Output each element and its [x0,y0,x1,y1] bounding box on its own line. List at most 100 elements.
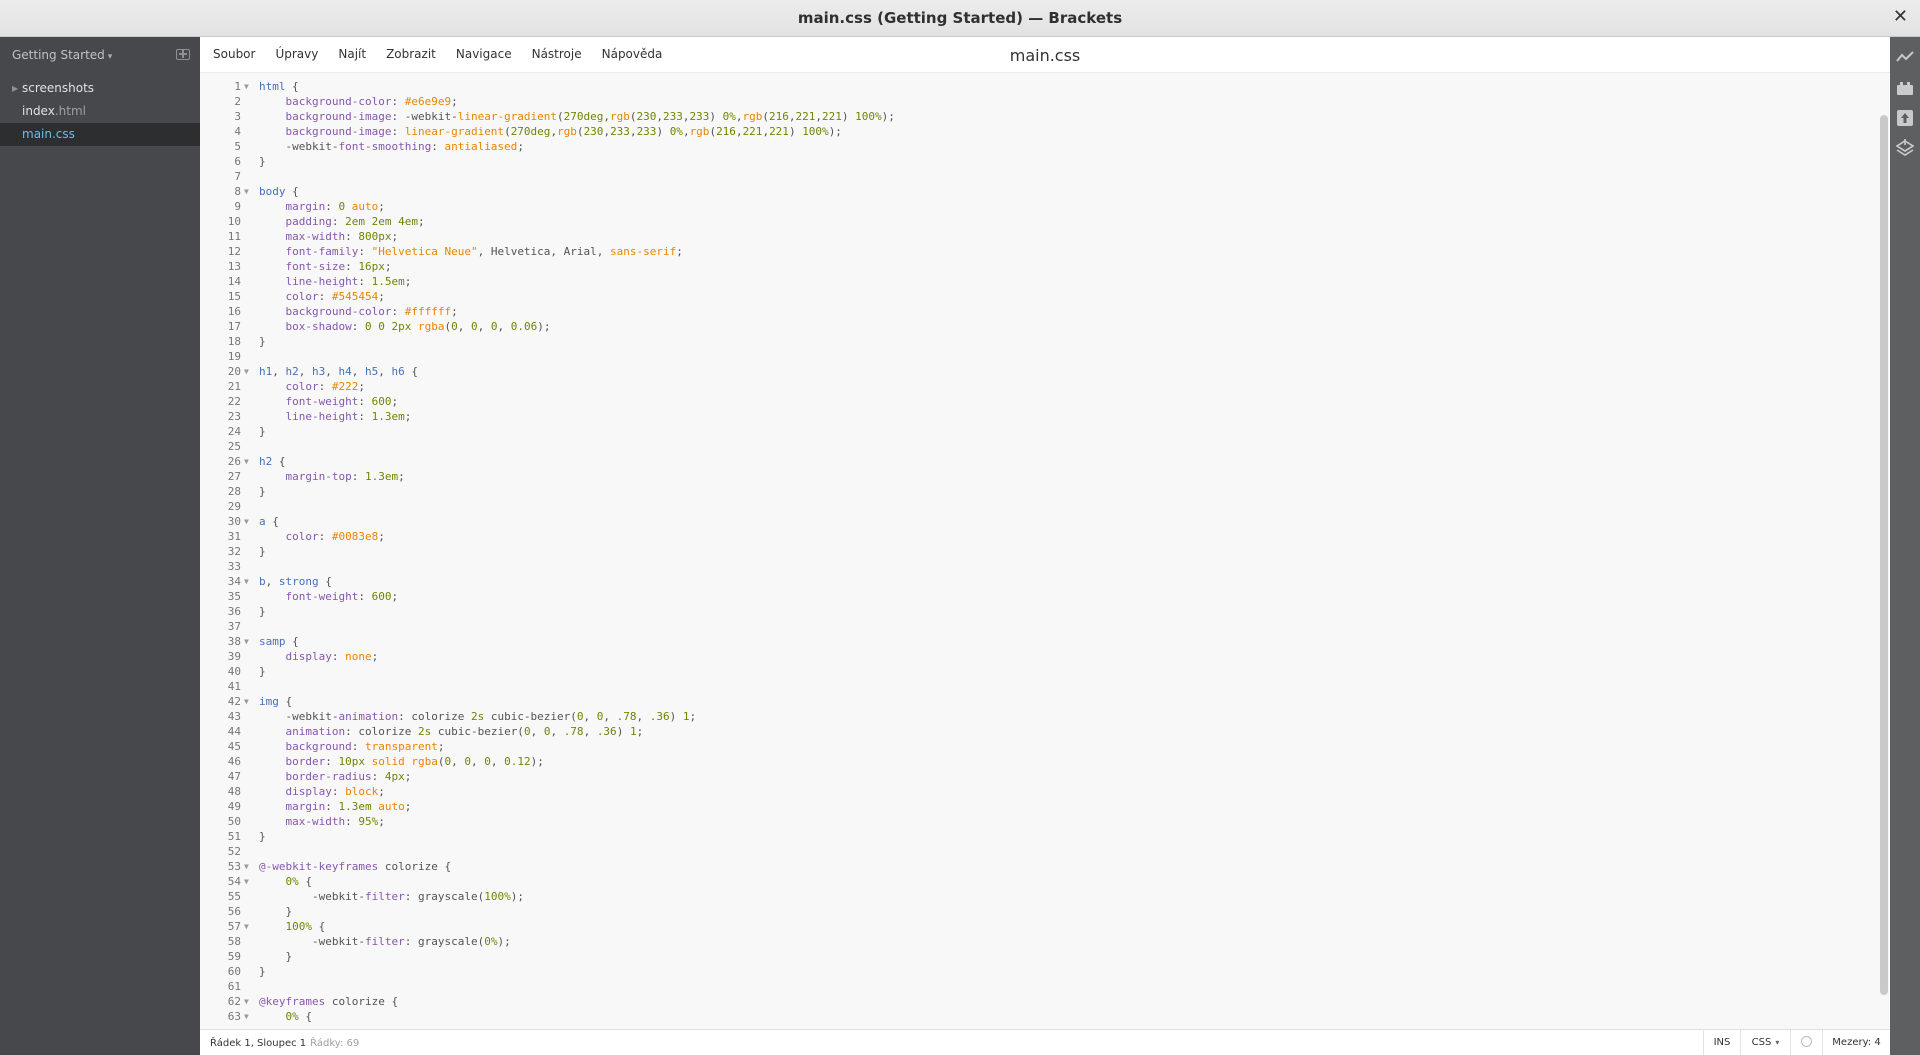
code-line: 4 background-image: linear-gradient(270d… [200,124,1880,139]
fold-toggle-icon[interactable]: ▼ [244,574,254,589]
layers-icon[interactable] [1896,139,1914,157]
insert-mode-toggle[interactable]: INS [1703,1030,1740,1055]
title-bar: main.css (Getting Started) — Brackets ✕ [0,0,1920,37]
fold-toggle-icon[interactable]: ▼ [244,859,254,874]
code-line: 39 display: none; [200,649,1880,664]
code-text: 100% { [285,920,326,933]
line-number: 55 [227,890,241,903]
code-line: 43 -webkit-animation: colorize 2s cubic-… [200,709,1880,724]
line-number: 47 [227,770,241,783]
code-line: 22 font-weight: 600; [200,394,1880,409]
line-number: 9 [234,200,241,213]
line-number: 29 [227,500,241,513]
linter-status[interactable] [1790,1030,1822,1055]
code-line: 14 line-height: 1.5em; [200,274,1880,289]
line-number: 22 [227,395,241,408]
upload-icon[interactable] [1896,109,1914,127]
code-text: -webkit-filter: grayscale(100%); [259,890,524,903]
code-text: -webkit-filter: grayscale(0%); [259,935,511,948]
code-line: 59 } [200,949,1880,964]
line-number: 60 [227,965,241,978]
line-number: 42 [227,695,241,708]
code-text: background-color: #e6e9e9; [285,95,458,108]
code-line: 56 } [200,904,1880,919]
line-number: 61 [227,980,241,993]
line-number: 51 [227,830,241,843]
code-line: 45 background: transparent; [200,739,1880,754]
code-line: 17 box-shadow: 0 0 2px rgba(0, 0, 0, 0.0… [200,319,1880,334]
project-dropdown[interactable]: Getting Started ▾ [12,48,112,62]
vertical-scrollbar[interactable] [1880,115,1888,995]
code-line: 27 margin-top: 1.3em; [200,469,1880,484]
code-line: 12 font-family: "Helvetica Neue", Helvet… [200,244,1880,259]
linter-status-icon [1801,1035,1812,1047]
close-icon[interactable]: ✕ [1893,6,1908,28]
code-text: font-weight: 600; [285,590,399,603]
line-number: 14 [227,275,241,288]
code-line: 13 font-size: 16px; [200,259,1880,274]
fold-toggle-icon[interactable]: ▼ [244,874,254,889]
fold-toggle-icon[interactable]: ▼ [244,1009,254,1024]
code-line: 28} [200,484,1880,499]
fold-toggle-icon[interactable]: ▼ [244,184,254,199]
code-text: box-shadow: 0 0 2px rgba(0, 0, 0, 0.06); [285,320,551,333]
line-number: 21 [227,380,241,393]
fold-toggle-icon[interactable]: ▼ [244,919,254,934]
extension-manager-icon[interactable] [1896,79,1914,97]
code-text: @keyframes colorize { [259,995,399,1008]
file-name: index [22,104,55,118]
code-line: 37 [200,619,1880,634]
live-preview-icon[interactable] [1896,48,1914,66]
line-number: 20 [227,365,241,378]
code-line: 32} [200,544,1880,559]
code-line: 26 ▼ h2 { [200,454,1880,469]
code-text: samp { [259,635,299,648]
line-number: 11 [227,230,241,243]
code-text: b, strong { [259,575,332,588]
code-line: 9 margin: 0 auto; [200,199,1880,214]
fold-toggle-icon[interactable]: ▼ [244,454,254,469]
line-number: 19 [227,350,241,363]
language-label: CSS [1751,1037,1772,1048]
line-number: 27 [227,470,241,483]
fold-toggle-icon[interactable]: ▼ [244,514,254,529]
file-item[interactable]: main.css [0,123,200,146]
code-text: a { [259,515,279,528]
line-number: 43 [227,710,241,723]
line-number: 57 [227,920,241,933]
code-editor[interactable]: 1 ▼ html {2 background-color: #e6e9e9; 3 ba… [200,73,1890,1029]
code-line: 31 color: #0083e8; [200,529,1880,544]
fold-toggle-icon[interactable]: ▼ [244,994,254,1009]
fold-toggle-icon[interactable]: ▼ [244,79,254,94]
folder-item[interactable]: ▶ screenshots [0,77,200,100]
file-extension: .css [51,127,75,141]
line-number: 46 [227,755,241,768]
code-text: @-webkit-keyframes colorize { [259,860,452,873]
code-line: 40} [200,664,1880,679]
file-item[interactable]: index.html [0,100,200,123]
code-text: margin: 1.3em auto; [285,800,412,813]
fold-toggle-icon[interactable]: ▼ [244,364,254,379]
split-view-icon[interactable] [176,49,190,60]
line-number: 16 [227,305,241,318]
line-number: 44 [227,725,241,738]
indent-setting[interactable]: Mezery: 4 [1822,1030,1890,1055]
language-selector[interactable]: CSS ▾ [1740,1030,1790,1055]
code-line: 11 max-width: 800px; [200,229,1880,244]
code-text: color: #222; [285,380,366,393]
line-number: 6 [234,155,241,168]
menu-bar: Soubor Úpravy Najít Zobrazit Navigace Nástroj… [200,37,1890,73]
line-number: 10 [227,215,241,228]
line-number: 26 [227,455,241,468]
fold-toggle-icon[interactable]: ▼ [244,694,254,709]
scrollbar-thumb[interactable] [1880,115,1888,995]
fold-toggle-icon[interactable]: ▼ [244,634,254,649]
code-line: 62 ▼ @keyframes colorize { [200,994,1880,1009]
code-line: 2 background-color: #e6e9e9; [200,94,1880,109]
code-text: } [259,965,266,978]
line-number: 53 [227,860,241,873]
code-line: 7 [200,169,1880,184]
folder-expand-icon[interactable]: ▶ [12,77,18,100]
line-number: 48 [227,785,241,798]
code-line: 49 margin: 1.3em auto; [200,799,1880,814]
